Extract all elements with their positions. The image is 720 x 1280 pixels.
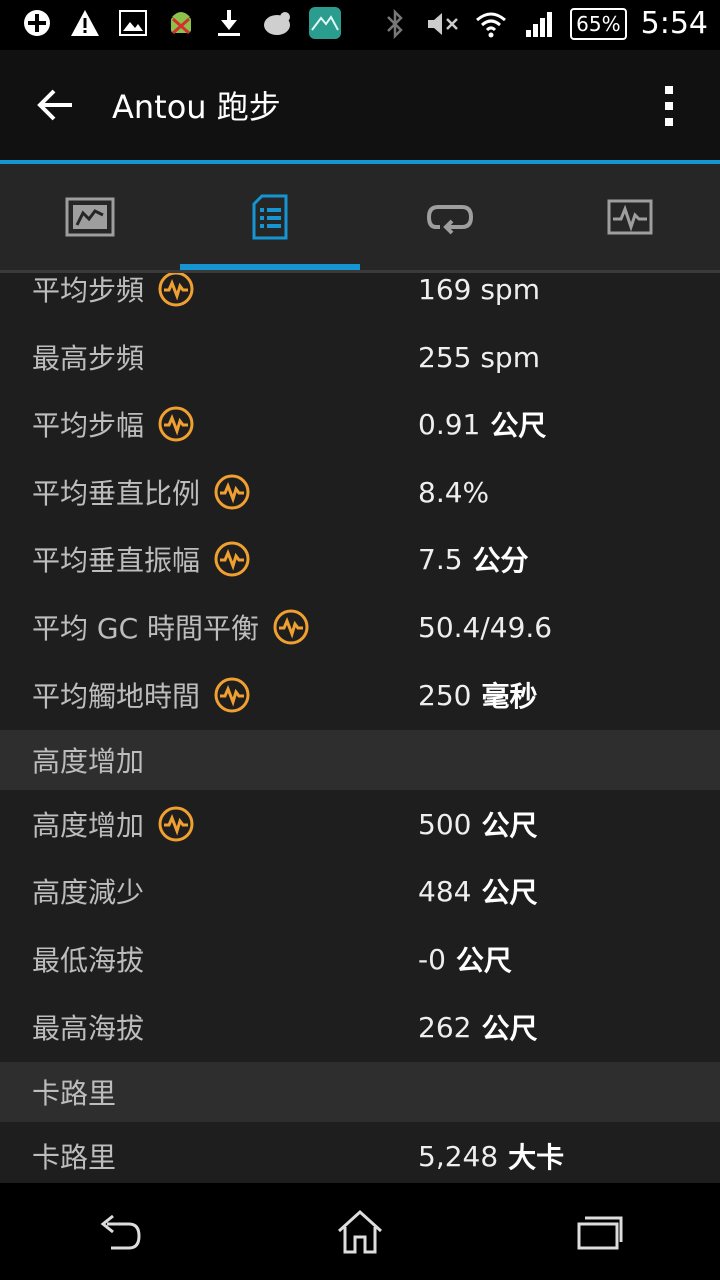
back-icon	[100, 1214, 141, 1249]
system-icons: 65% 5:54	[378, 6, 708, 41]
stat-unit: 公尺	[481, 876, 538, 909]
stat-value: 262	[418, 1010, 472, 1044]
stat-value: 500	[418, 807, 472, 841]
stat-value: 250	[418, 678, 472, 712]
chart-icon	[65, 197, 115, 237]
section-header-calories: 卡路里	[0, 1062, 720, 1122]
tab-bar	[0, 164, 720, 270]
list-item: 平均垂直比例 8.4%	[0, 458, 720, 526]
stat-value: 50.4/49.6	[418, 610, 553, 644]
stat-label: 平均垂直振幅	[32, 544, 201, 577]
section-header-elevation: 高度增加	[0, 730, 720, 790]
wifi-icon	[474, 7, 508, 41]
recents-icon	[577, 1216, 623, 1249]
stat-label: 高度增加	[32, 809, 145, 842]
stats-list: 平均步頻 169 spm 最高步頻 255 spm 平均步幅 0.91 公尺 平均…	[0, 273, 720, 1183]
stat-unit: 毫秒	[481, 680, 538, 713]
warning-icon	[68, 6, 102, 40]
list-item: 最高海拔 262 公尺	[0, 993, 720, 1061]
stat-value: 7.5	[418, 542, 463, 576]
page-title: Antou 跑步	[112, 88, 281, 126]
mountain-app-icon	[308, 6, 342, 40]
stat-value: 484	[418, 874, 472, 908]
bluetooth-icon	[378, 7, 412, 41]
stat-label: 最低海拔	[32, 944, 145, 977]
back-button[interactable]	[36, 88, 76, 122]
arrow-back-icon	[37, 89, 72, 121]
stat-label: 最高海拔	[32, 1012, 145, 1045]
signal-icon	[522, 7, 556, 41]
more-vert-icon	[665, 86, 673, 126]
performance-badge-icon[interactable]	[214, 677, 250, 713]
stat-unit: 公尺	[490, 409, 547, 442]
list-item: 平均觸地時間 250 毫秒	[0, 661, 720, 729]
app-bar: Antou 跑步	[0, 50, 720, 160]
stat-value: 5,248	[418, 1139, 499, 1173]
tab-details[interactable]	[180, 164, 360, 270]
stat-value: -0	[418, 942, 446, 976]
stat-value: 255 spm	[418, 340, 540, 374]
download-icon	[212, 6, 246, 40]
stat-value: 8.4%	[418, 475, 490, 509]
performance-badge-icon[interactable]	[158, 806, 194, 842]
image-icon	[116, 6, 150, 40]
heart-rate-monitor-icon	[607, 199, 653, 235]
nav-back-button[interactable]	[90, 1202, 150, 1262]
stat-unit: 公尺	[455, 944, 512, 977]
stat-label: 平均垂直比例	[32, 477, 201, 510]
list-item: 高度增加 500 公尺	[0, 790, 720, 858]
performance-badge-icon[interactable]	[214, 474, 250, 510]
android-icon	[164, 6, 198, 40]
status-bar: 65% 5:54	[0, 0, 720, 50]
nav-recents-button[interactable]	[570, 1202, 630, 1262]
list-item: 平均 GC 時間平衡 50.4/49.6	[0, 593, 720, 661]
performance-badge-icon[interactable]	[158, 406, 194, 442]
performance-badge-icon[interactable]	[158, 273, 194, 307]
stat-label: 最高步頻	[32, 342, 145, 375]
stat-label: 平均步幅	[32, 409, 145, 442]
list-item: 平均垂直振幅 7.5 公分	[0, 525, 720, 593]
bird-icon	[260, 6, 294, 40]
stat-label: 卡路里	[32, 1141, 117, 1174]
document-list-icon	[252, 194, 288, 240]
tab-laps[interactable]	[360, 164, 540, 270]
home-icon	[337, 1209, 383, 1253]
stat-label: 平均 GC 時間平衡	[32, 612, 260, 645]
stat-label: 平均觸地時間	[32, 680, 201, 713]
list-item: 卡路里 5,248 大卡	[0, 1122, 720, 1183]
performance-badge-icon[interactable]	[273, 609, 309, 645]
system-nav-bar	[0, 1183, 720, 1280]
list-item: 最低海拔 -0 公尺	[0, 925, 720, 993]
stat-unit: 公尺	[481, 809, 538, 842]
stat-unit: 大卡	[508, 1141, 565, 1174]
battery-indicator: 65%	[570, 7, 627, 40]
section-label: 高度增加	[32, 745, 145, 778]
list-item: 平均步幅 0.91 公尺	[0, 390, 720, 458]
stat-value: 169 spm	[418, 273, 540, 306]
list-item: 平均步頻 169 spm	[0, 273, 720, 323]
performance-badge-icon[interactable]	[214, 541, 250, 577]
list-item: 高度減少 484 公尺	[0, 857, 720, 925]
clock: 5:54	[640, 6, 708, 41]
nav-home-button[interactable]	[330, 1202, 390, 1262]
mute-icon	[426, 7, 460, 41]
tab-graph[interactable]	[540, 164, 720, 270]
notification-icons	[20, 6, 342, 40]
plus-icon	[20, 6, 54, 40]
stat-label: 高度減少	[32, 876, 145, 909]
loop-icon	[426, 205, 474, 235]
overflow-menu-button[interactable]	[662, 84, 676, 128]
list-item: 最高步頻 255 spm	[0, 323, 720, 391]
stat-label: 平均步頻	[32, 274, 145, 307]
stat-unit: 公分	[472, 544, 529, 577]
section-label: 卡路里	[32, 1077, 117, 1110]
tab-chart[interactable]	[0, 164, 180, 270]
stat-unit: 公尺	[481, 1012, 538, 1045]
stat-value: 0.91	[418, 407, 481, 441]
